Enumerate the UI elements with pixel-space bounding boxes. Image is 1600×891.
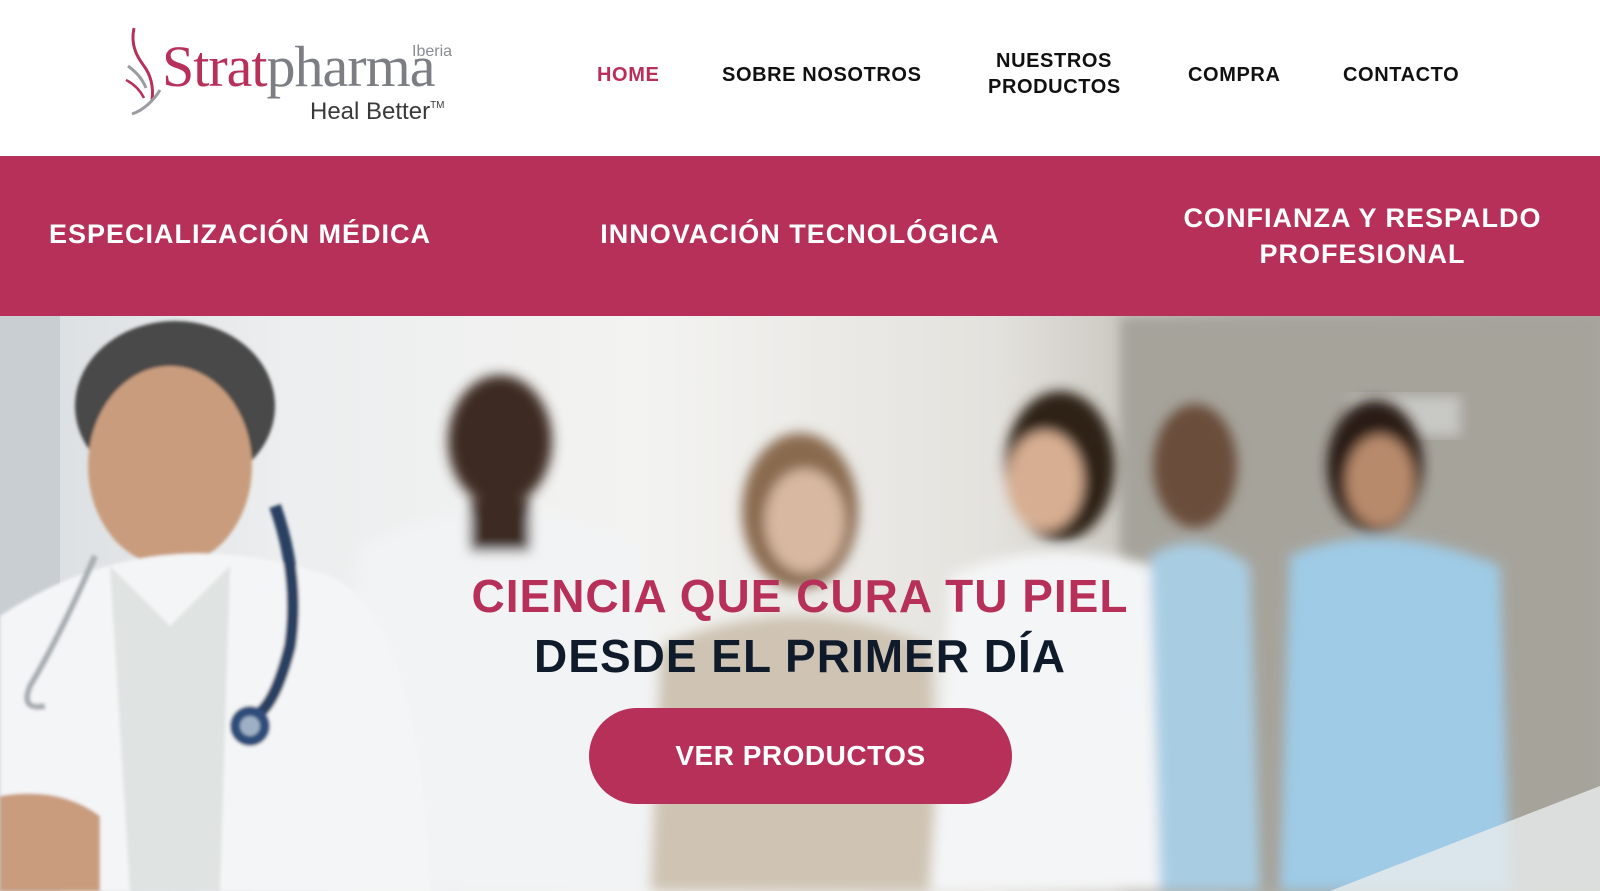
logo-region: Iberia <box>412 43 453 60</box>
site-header: Stratpharma Iberia Heal BetterTM HOME SO… <box>0 0 1600 156</box>
hero-headline-line2: DESDE EL PRIMER DÍA <box>534 630 1066 682</box>
nav-home[interactable]: HOME <box>597 62 659 88</box>
hero-headline-line1: CIENCIA QUE CURA TU PIEL <box>471 570 1129 622</box>
ver-productos-button[interactable]: VER PRODUCTOS <box>589 708 1012 804</box>
nav-contacto[interactable]: CONTACTO <box>1343 62 1459 88</box>
logo-wordmark: Stratpharma <box>162 34 435 99</box>
nav-nuestros-productos[interactable]: NUESTROS PRODUCTOS <box>988 48 1120 100</box>
stratpharma-logo[interactable]: Stratpharma Iberia Heal BetterTM <box>124 24 454 129</box>
logo-tagline: Heal BetterTM <box>310 98 445 125</box>
hero-section: CIENCIA QUE CURA TU PIEL DESDE EL PRIMER… <box>0 316 1600 891</box>
hero-headline: CIENCIA QUE CURA TU PIEL DESDE EL PRIMER… <box>400 566 1200 686</box>
banner-item-innovacion: INNOVACIÓN TECNOLÓGICA <box>600 219 1000 249</box>
nav-sobre-nosotros[interactable]: SOBRE NOSOTROS <box>722 62 922 88</box>
banner-item-especializacion: ESPECIALIZACIÓN MÉDICA <box>48 219 432 249</box>
nav-compra[interactable]: COMPRA <box>1188 62 1281 88</box>
banner-item-confianza: CONFIANZA Y RESPALDO PROFESIONAL <box>1183 203 1542 269</box>
logo-swoosh-icon <box>125 27 162 116</box>
values-banner: ESPECIALIZACIÓN MÉDICA INNOVACIÓN TECNOL… <box>0 156 1600 316</box>
